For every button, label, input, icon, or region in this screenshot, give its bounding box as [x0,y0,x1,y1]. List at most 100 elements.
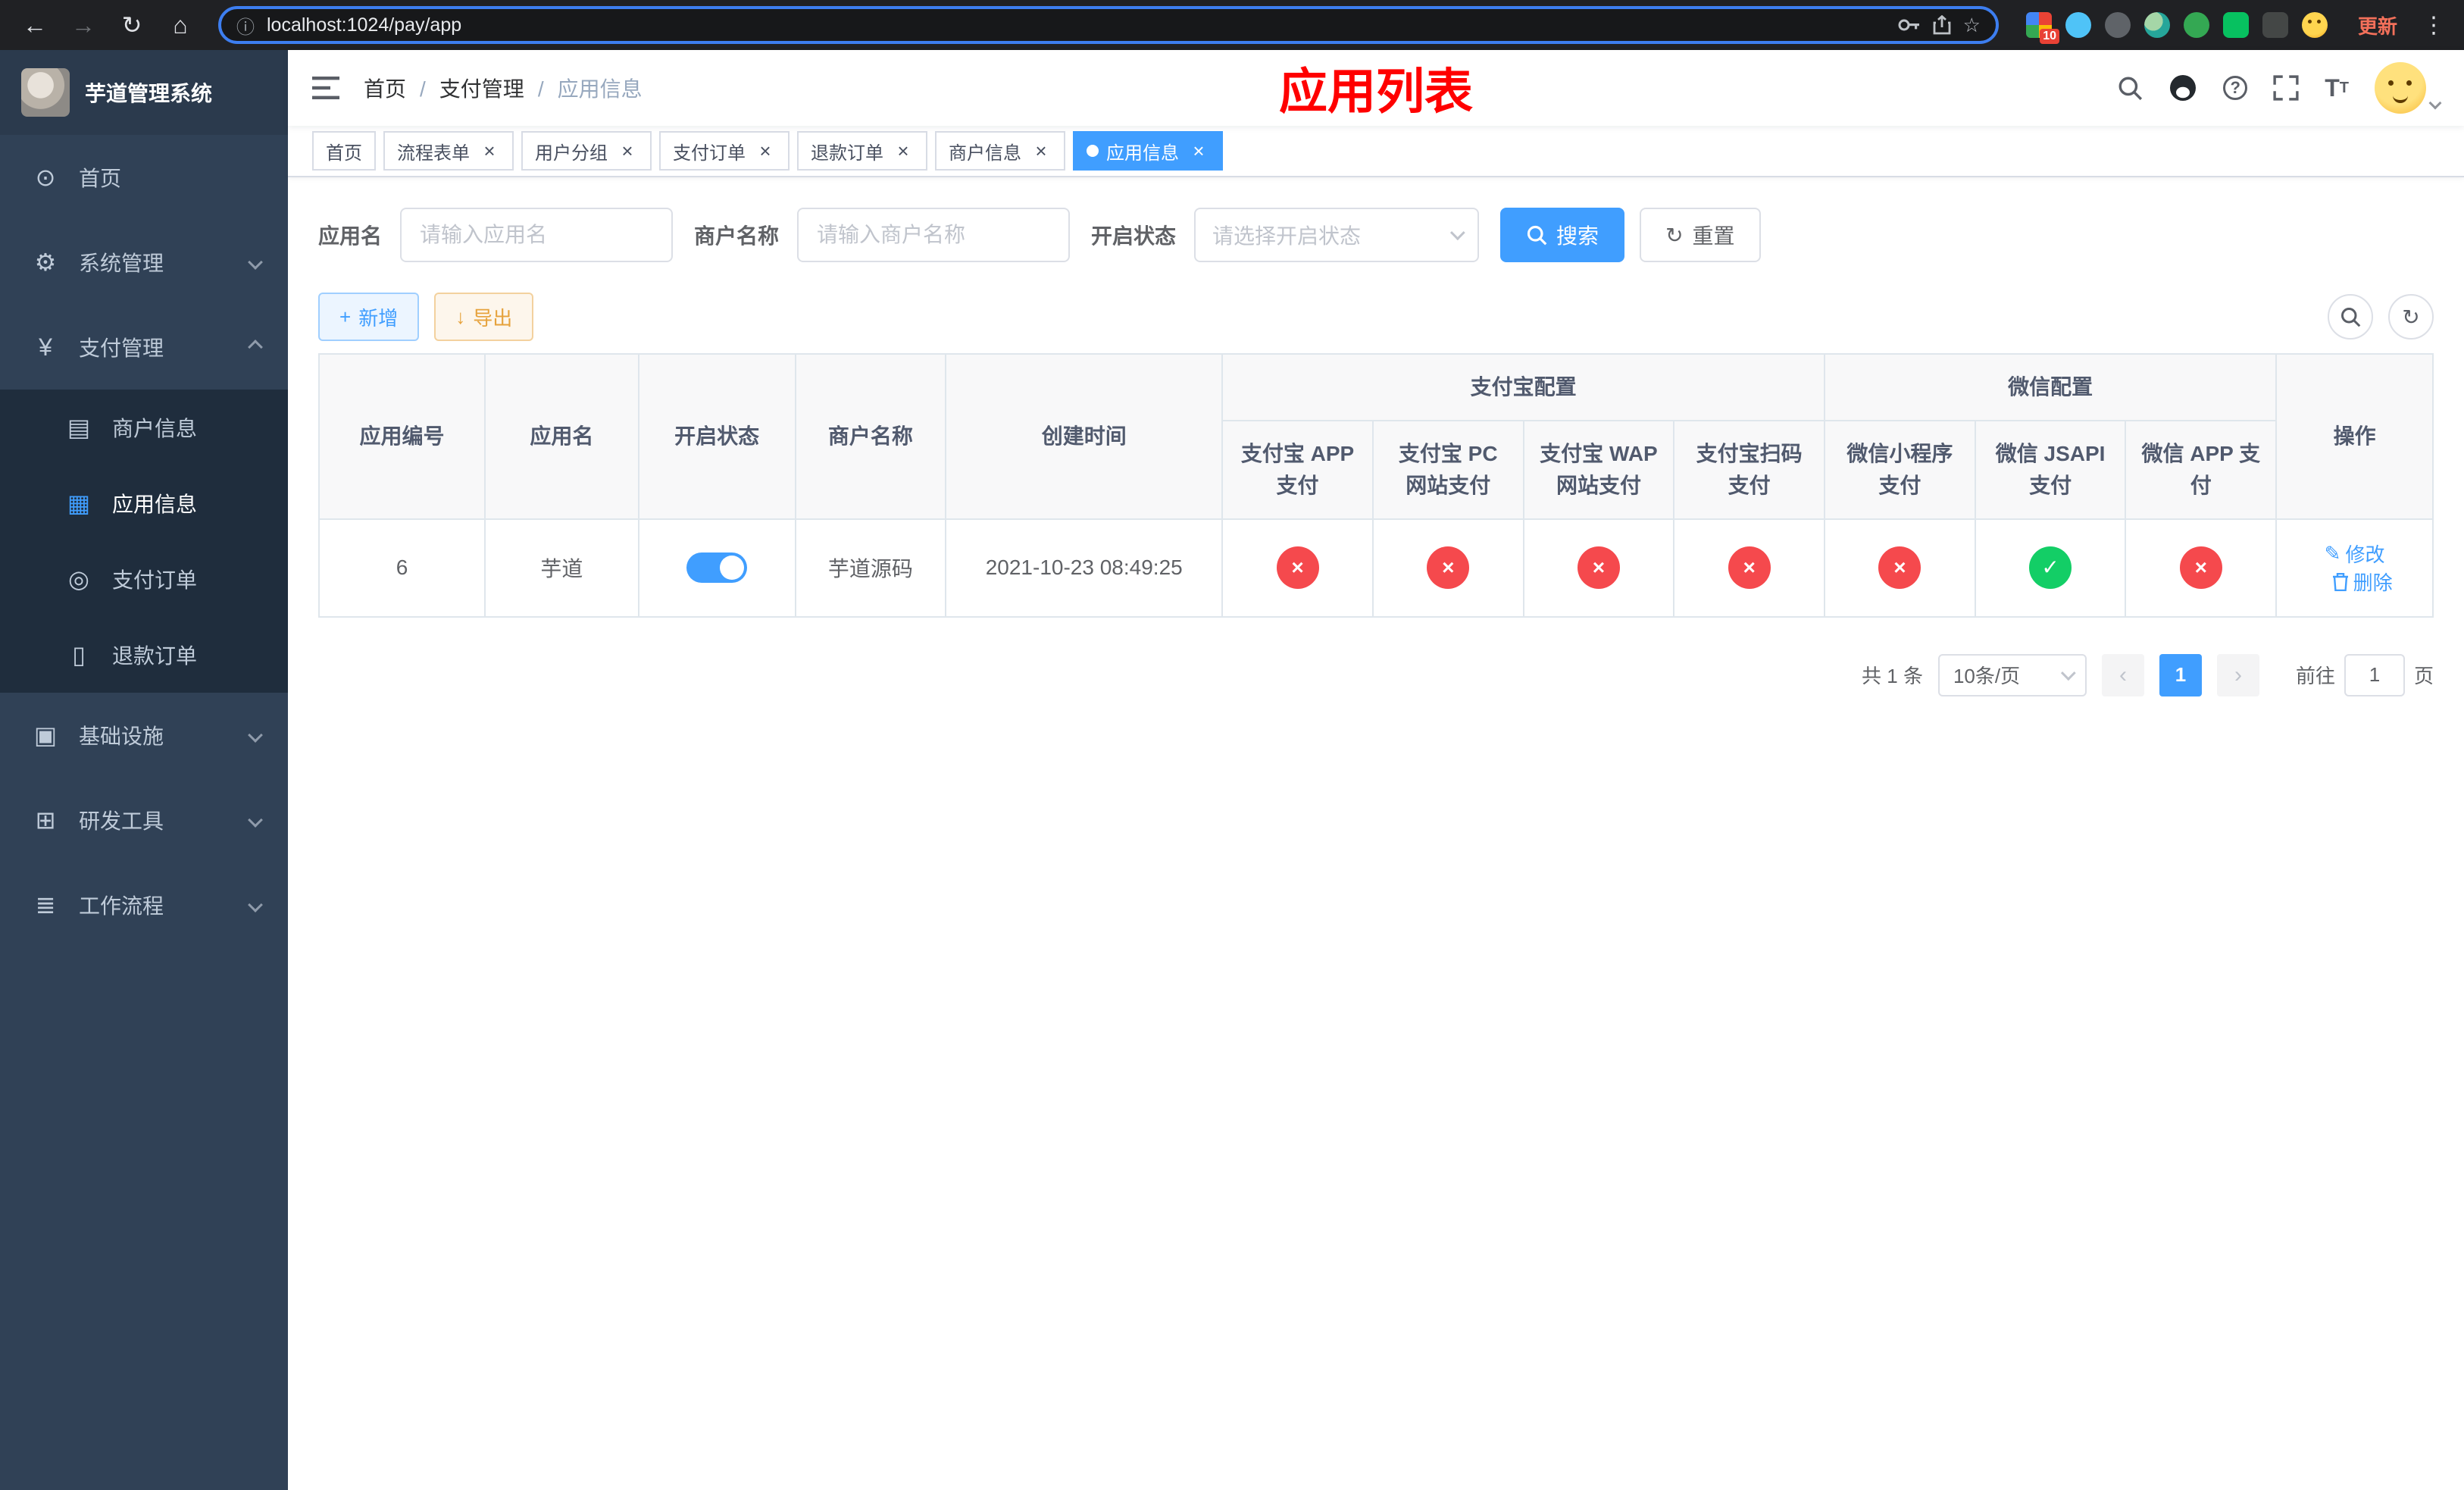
close-icon[interactable]: × [893,140,914,161]
goto-page-input[interactable] [2344,653,2405,696]
sidebar-logo-row[interactable]: 芋道管理系统 [0,50,288,135]
bookmark-star-icon[interactable]: ☆ [1963,14,1981,37]
page-size-value: 10条/页 [1953,665,2021,687]
extension-icon-8[interactable] [2301,12,2328,38]
tab-pay-order[interactable]: 支付订单 × [659,131,790,171]
extension-icon-5[interactable] [2183,12,2209,38]
extension-icon-1[interactable]: 10 [2025,12,2059,44]
page-title: 应用列表 [1279,64,1473,119]
refresh-table-button[interactable]: ↻ [2388,294,2434,340]
sidebar-item-label: 应用信息 [112,493,198,516]
col-alipay-wap: 支付宝 WAP 网站支付 [1522,420,1675,520]
search-button[interactable]: 搜索 [1500,208,1625,262]
col-group-wechat: 微信配置 [1824,353,2278,421]
extension-icon-3[interactable] [2104,12,2131,38]
browser-reload-button[interactable]: ↻ [112,5,152,45]
search-button-label: 搜索 [1556,224,1599,248]
sidebar-item-devtools[interactable]: ⊞ 研发工具 [0,778,288,862]
browser-forward-button[interactable]: → [64,5,103,45]
sidebar-item-pay-order[interactable]: ◎ 支付订单 [0,541,288,617]
tab-home[interactable]: 首页 [312,131,376,171]
export-button[interactable]: ↓ 导出 [434,293,534,341]
sidebar-item-app-info[interactable]: ▦ 应用信息 [0,465,288,541]
chevron-down-icon [2060,665,2076,681]
extension-icon-7[interactable] [2262,12,2288,38]
close-icon[interactable]: × [1030,140,1052,161]
cell-created: 2021-10-23 08:49:25 [945,518,1224,618]
status-toggle[interactable] [686,552,748,584]
browser-back-button[interactable]: ← [15,5,55,45]
password-key-icon[interactable] [1898,17,1921,33]
current-page-button[interactable]: 1 [2159,653,2202,696]
edit-link-label: 修改 [2345,543,2385,566]
chevron-up-icon [248,340,263,355]
tab-merchant-info[interactable]: 商户信息 × [935,131,1065,171]
extension-icon-6[interactable] [2222,12,2249,38]
address-bar[interactable]: ⓘ localhost:1024/pay/app ☆ [218,6,1999,44]
share-icon[interactable] [1933,15,1951,35]
breadcrumb-payment[interactable]: 支付管理 [439,73,558,103]
app-name-input[interactable] [400,208,674,262]
edit-link[interactable]: ✎ 修改 [2325,540,2385,568]
sidebar-item-system[interactable]: ⚙ 系统管理 [0,220,288,305]
delete-link[interactable]: 删除 [2332,568,2393,596]
status-select[interactable]: 请选择开启状态 [1194,208,1480,262]
edit-pencil-icon: ✎ [2324,542,2341,565]
cell-app-id: 6 [317,518,486,618]
chevron-down-icon [248,812,263,828]
tab-user-group[interactable]: 用户分组 × [521,131,652,171]
browser-menu-icon[interactable]: ⋮ [2419,12,2449,39]
tab-label: 支付订单 [673,142,746,164]
reset-button[interactable]: ↻ 重置 [1640,208,1761,262]
close-icon[interactable]: × [1188,140,1209,161]
close-icon[interactable]: × [479,140,500,161]
url-text[interactable]: localhost:1024/pay/app [267,14,1886,36]
fullscreen-icon[interactable] [2273,75,2299,101]
sidebar-item-refund-order[interactable]: ▯ 退款订单 [0,617,288,693]
add-button[interactable]: + 新增 [318,293,420,341]
app-logo [21,68,70,117]
refresh-icon: ↻ [1665,223,1684,247]
toggle-search-button[interactable] [2328,294,2373,340]
col-created: 创建时间 [945,353,1224,520]
merchant-name-input[interactable] [797,208,1071,262]
cell-alipay-pc: × [1371,518,1524,618]
user-avatar[interactable] [2375,62,2442,114]
sidebar-toggle-icon[interactable] [312,77,339,99]
tab-process-form[interactable]: 流程表单 × [383,131,514,171]
extension-icon-2[interactable] [2065,12,2091,38]
github-icon[interactable] [2169,74,2197,102]
search-icon[interactable] [2117,75,2143,101]
extension-icon-4[interactable] [2143,12,2170,38]
page-info-icon[interactable]: ⓘ [236,12,255,39]
sidebar-item-merchant-info[interactable]: ▤ 商户信息 [0,390,288,465]
cell-wechat-app: × [2125,518,2278,618]
gear-icon: ⚙ [34,249,57,276]
prev-page-button[interactable]: ‹ [2101,653,2144,696]
next-page-button[interactable]: › [2216,653,2259,696]
delete-link-label: 删除 [2353,571,2393,594]
sidebar-item-home[interactable]: ⊙ 首页 [0,135,288,220]
navbar-actions: ? TT [2117,62,2442,114]
sidebar-item-workflow[interactable]: ≣ 工作流程 [0,862,288,947]
tab-app-info[interactable]: 应用信息 × [1073,131,1223,171]
tab-refund-order[interactable]: 退款订单 × [797,131,927,171]
app-table: 应用编号 应用名 开启状态 商户名称 创建时间 支付宝配置 微信配置 操作 支付… [317,353,2434,618]
page-size-select[interactable]: 10条/页 [1937,653,2087,696]
add-button-label: 新增 [358,306,399,330]
sidebar-item-infrastructure[interactable]: ▣ 基础设施 [0,693,288,778]
close-icon[interactable]: × [617,140,638,161]
cross-icon: × [2179,546,2222,590]
top-navbar: 首页 支付管理 应用信息 应用列表 ? TT [288,50,2464,126]
breadcrumb-current: 应用信息 [557,77,643,101]
font-size-icon[interactable]: TT [2325,74,2349,102]
browser-home-button[interactable]: ⌂ [161,5,200,45]
browser-update-button[interactable]: 更新 [2346,7,2409,44]
close-icon[interactable]: × [755,140,776,161]
breadcrumb-home[interactable]: 首页 [364,73,439,103]
cross-icon: × [1577,546,1620,590]
help-icon[interactable]: ? [2223,76,2248,100]
sidebar-item-payment[interactable]: ¥ 支付管理 [0,305,288,390]
cell-wechat-jsapi: ✓ [1974,518,2127,618]
col-wechat-app: 微信 APP 支付 [2125,420,2278,520]
